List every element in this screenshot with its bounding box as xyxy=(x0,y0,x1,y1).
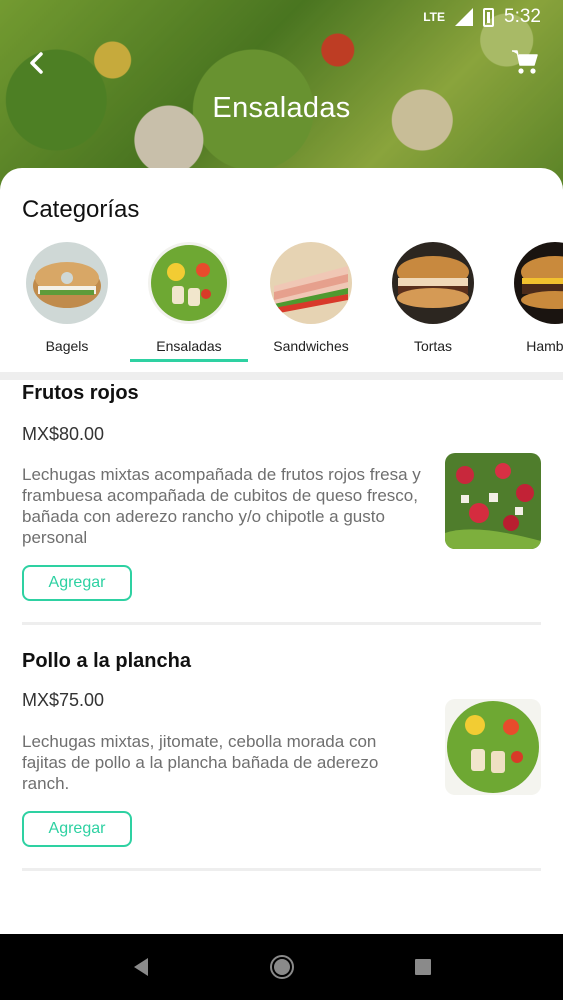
category-label: Tortas xyxy=(413,338,453,354)
category-ensaladas[interactable]: Ensaladas xyxy=(130,242,248,354)
selected-category-indicator xyxy=(130,359,248,362)
nav-recents-icon[interactable] xyxy=(408,952,438,982)
category-tortas[interactable]: Tortas xyxy=(374,242,492,354)
item-image xyxy=(445,453,541,549)
signal-icon xyxy=(455,8,474,26)
categories-title: Categorías xyxy=(22,196,140,223)
system-navigation-bar xyxy=(0,934,563,1000)
category-hamburguesas[interactable]: Hamburg xyxy=(496,242,563,354)
cart-icon[interactable] xyxy=(511,48,539,76)
network-label: LTE xyxy=(423,10,446,24)
category-label: Ensaladas xyxy=(156,338,222,354)
category-image xyxy=(26,242,108,324)
item-price: MX$75.00 xyxy=(22,690,105,710)
category-image xyxy=(514,242,563,324)
category-bagels[interactable]: Bagels xyxy=(8,242,126,354)
status-bar: LTE 5:32 xyxy=(0,0,563,34)
category-label: Bagels xyxy=(45,338,89,354)
item-price: MX$80.00 xyxy=(22,424,105,444)
add-button[interactable]: Agregar xyxy=(22,565,132,601)
back-icon[interactable] xyxy=(24,48,50,78)
category-image xyxy=(148,242,230,324)
categories-carousel[interactable]: Bagels Ensaladas Sandwiches Tortas Hambu… xyxy=(0,242,563,368)
category-image xyxy=(392,242,474,324)
item-image xyxy=(445,699,541,795)
nav-back-icon[interactable] xyxy=(126,952,156,982)
item-separator xyxy=(22,868,541,871)
category-label: Sandwiches xyxy=(273,338,349,354)
category-image xyxy=(270,242,352,324)
category-label: Hamburg xyxy=(526,338,563,354)
section-divider xyxy=(0,372,563,380)
page-title: Ensaladas xyxy=(212,92,351,124)
clock: 5:32 xyxy=(504,6,541,27)
battery-icon xyxy=(483,7,495,27)
category-sandwiches[interactable]: Sandwiches xyxy=(252,242,370,354)
item-name: Frutos rojos xyxy=(22,382,139,404)
item-separator xyxy=(22,622,541,625)
item-description: Lechugas mixtas, jitomate, cebolla morad… xyxy=(22,732,379,793)
content-sheet: Categorías Bagels Ensaladas Sandwiches T… xyxy=(0,168,563,934)
item-description: Lechugas mixtas acompañada de frutos roj… xyxy=(22,465,421,547)
item-name: Pollo a la plancha xyxy=(22,650,191,672)
add-button[interactable]: Agregar xyxy=(22,811,132,847)
nav-home-icon[interactable] xyxy=(267,952,297,982)
